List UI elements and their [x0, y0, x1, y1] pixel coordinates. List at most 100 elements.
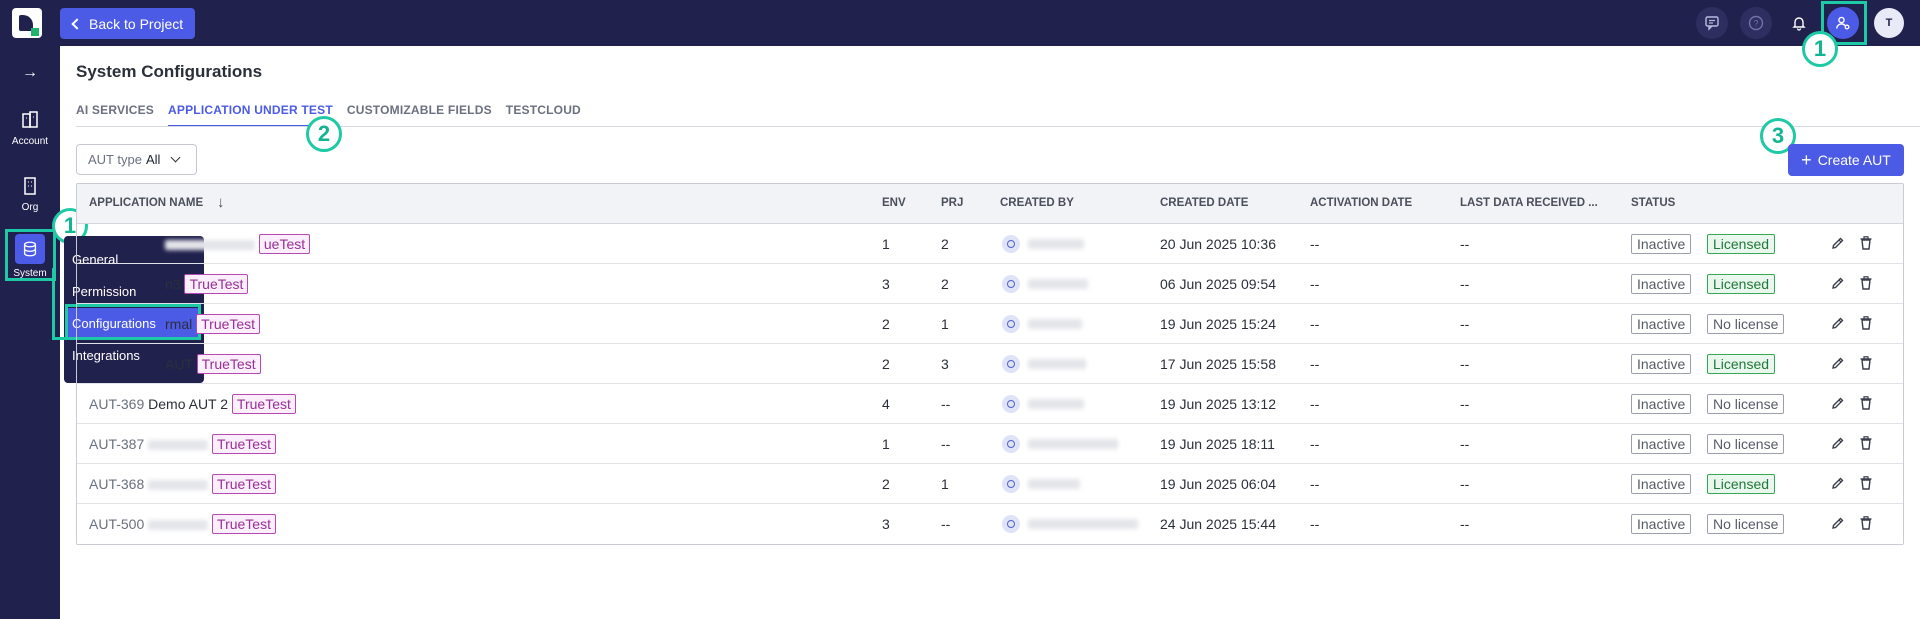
table-row[interactable]: AUT-387 TrueTest 1 -- 19 Jun 2025 18:11 -- --…	[77, 424, 1903, 464]
sidebar-item-label: Org	[21, 202, 39, 213]
col-created-by[interactable]: CREATED BY	[1000, 197, 1074, 209]
help-icon[interactable]: ?	[1740, 7, 1772, 39]
table-header: APPLICATION NAME ↓ ENV PRJ CREATED BY CR…	[77, 184, 1903, 224]
prj-cell: 2	[941, 276, 949, 292]
col-last-data-received[interactable]: LAST DATA RECEIVED ...	[1460, 197, 1598, 209]
application-name-cell[interactable]: AUT-500 TrueTest	[89, 514, 276, 534]
col-application-name[interactable]: APPLICATION NAME	[89, 197, 203, 209]
edit-pencil-icon[interactable]	[1830, 275, 1846, 291]
license-badge: Licensed	[1707, 474, 1776, 494]
table-row[interactable]: AUT-500 TrueTest 3 -- 24 Jun 2025 15:44 -- --…	[77, 504, 1903, 544]
edit-pencil-icon[interactable]	[1830, 355, 1846, 371]
license-badge: Licensed	[1707, 274, 1776, 294]
table-row[interactable]: AUT TrueTest 2 3 17 Jun 2025 15:58 -- -- Inact…	[77, 344, 1903, 384]
table-row[interactable]: AUT-369 Demo AUT 2 TrueTest 4 -- 19 Jun 202…	[77, 384, 1903, 424]
edit-pencil-icon[interactable]	[1830, 315, 1846, 331]
chevron-down-icon	[170, 152, 181, 163]
table-row[interactable]: rmal TrueTest 2 1 19 Jun 2025 15:24 -- -- Inac…	[77, 304, 1903, 344]
trash-icon[interactable]	[1858, 235, 1874, 251]
application-name-cell[interactable]: rmal TrueTest	[165, 314, 261, 334]
application-name-cell[interactable]: AUT-387 TrueTest	[89, 434, 276, 454]
highlight-system	[5, 229, 56, 281]
trash-icon[interactable]	[1858, 515, 1874, 531]
truetest-tag: TrueTest	[196, 354, 261, 374]
trash-icon[interactable]	[1858, 395, 1874, 411]
top-bar: Back to Project ? T	[0, 0, 1920, 46]
callout-2: 2	[306, 116, 342, 152]
tab-ai-services[interactable]: AI SERVICES	[76, 103, 154, 127]
status-badge: Inactive	[1631, 394, 1692, 414]
trash-icon[interactable]	[1858, 355, 1874, 371]
license-badge: No license	[1707, 314, 1785, 334]
filter-label: AUT type	[88, 152, 142, 167]
application-name-cell[interactable]: AUT TrueTest	[165, 354, 261, 374]
user-avatar[interactable]: T	[1874, 8, 1904, 38]
prj-cell: --	[941, 436, 951, 452]
edit-pencil-icon[interactable]	[1830, 435, 1846, 451]
create-aut-button[interactable]: + Create AUT	[1788, 144, 1904, 176]
trash-icon[interactable]	[1858, 435, 1874, 451]
user-icon	[1002, 515, 1020, 533]
created-date-cell: 06 Jun 2025 09:54	[1160, 276, 1276, 292]
activation-date-cell: --	[1310, 476, 1320, 492]
edit-pencil-icon[interactable]	[1830, 235, 1846, 251]
tab-testcloud[interactable]: TESTCLOUD	[506, 103, 581, 127]
filter-value: All	[145, 152, 161, 167]
tab-customizable-fields[interactable]: CUSTOMIZABLE FIELDS	[347, 103, 492, 127]
application-name-cell[interactable]: ueTest	[165, 234, 311, 254]
table-row[interactable]: AUT-368 TrueTest 2 1 19 Jun 2025 06:04 -- -- I…	[77, 464, 1903, 504]
edit-pencil-icon[interactable]	[1830, 475, 1846, 491]
last-data-cell: --	[1460, 276, 1470, 292]
env-cell: 2	[882, 316, 890, 332]
table-row[interactable]: n3 TrueTest 3 2 06 Jun 2025 09:54 -- -- Inacti…	[77, 264, 1903, 304]
sidebar-item-org[interactable]: Org	[0, 176, 60, 213]
aut-id: AUT-387	[89, 436, 145, 452]
activation-date-cell: --	[1310, 356, 1320, 372]
redacted-user	[1028, 239, 1084, 249]
table-row[interactable]: ueTest 1 2 20 Jun 2025 10:36 -- -- Inactive Lic…	[77, 224, 1903, 264]
trash-icon[interactable]	[1858, 475, 1874, 491]
aut-name: rmal	[165, 316, 193, 332]
col-env[interactable]: ENV	[882, 197, 906, 209]
created-date-cell: 19 Jun 2025 06:04	[1160, 476, 1276, 492]
trash-icon[interactable]	[1858, 275, 1874, 291]
col-status[interactable]: STATUS	[1631, 197, 1675, 209]
col-created-date[interactable]: CREATED DATE	[1160, 197, 1248, 209]
trash-icon[interactable]	[1858, 315, 1874, 331]
feedback-icon[interactable]	[1696, 7, 1728, 39]
redacted-name	[148, 440, 209, 451]
page-title: System Configurations	[76, 62, 263, 81]
env-cell: 1	[882, 436, 890, 452]
col-activation-date[interactable]: ACTIVATION DATE	[1310, 197, 1412, 209]
env-cell: 1	[882, 236, 890, 252]
aut-name: n3	[165, 276, 181, 292]
building-icon	[20, 110, 40, 130]
sidebar: → Account Org System	[0, 46, 60, 619]
application-name-cell[interactable]: AUT-368 TrueTest	[89, 474, 276, 494]
sort-arrow-down-icon[interactable]: ↓	[217, 194, 225, 211]
user-icon	[1002, 435, 1020, 453]
back-to-project-button[interactable]: Back to Project	[60, 8, 196, 39]
status-badge: Inactive	[1631, 354, 1692, 374]
sidebar-item-account[interactable]: Account	[0, 110, 60, 147]
truetest-tag: ueTest	[258, 234, 311, 254]
aut-name: Demo AUT 2	[148, 396, 229, 412]
expand-arrow-icon[interactable]: →	[22, 64, 38, 82]
user-icon	[1002, 235, 1020, 253]
col-prj[interactable]: PRJ	[941, 197, 963, 209]
last-data-cell: --	[1460, 516, 1470, 532]
aut-type-filter[interactable]: AUT type All	[76, 144, 197, 175]
main-content: System Configurations AI SERVICES APPLIC…	[60, 46, 1920, 619]
edit-pencil-icon[interactable]	[1830, 515, 1846, 531]
edit-pencil-icon[interactable]	[1830, 395, 1846, 411]
app-logo[interactable]	[12, 8, 42, 38]
license-badge: Licensed	[1707, 354, 1776, 374]
created-by-cell	[1002, 435, 1118, 453]
application-name-cell[interactable]: n3 TrueTest	[165, 274, 249, 294]
activation-date-cell: --	[1310, 436, 1320, 452]
status-badge: Inactive	[1631, 474, 1692, 494]
user-icon	[1002, 395, 1020, 413]
status-badge: Inactive	[1631, 434, 1692, 454]
application-name-cell[interactable]: AUT-369 Demo AUT 2 TrueTest	[89, 394, 296, 414]
env-cell: 3	[882, 276, 890, 292]
